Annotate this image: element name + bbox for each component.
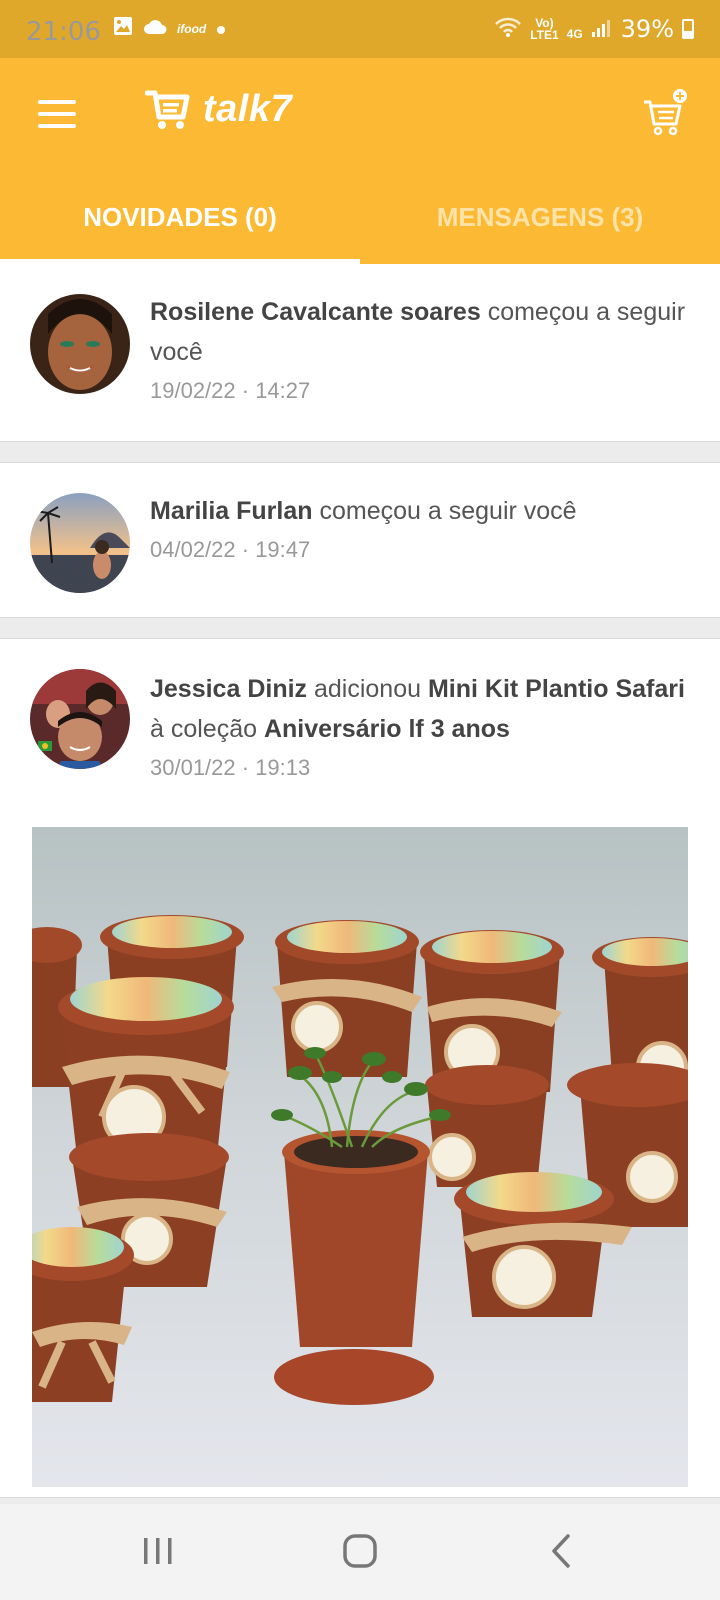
wifi-icon: [494, 14, 522, 45]
feed-message: Rosilene Cavalcante soares começou a seg…: [150, 292, 690, 372]
feed-message: Marilia Furlan começou a seguir você: [150, 491, 690, 531]
app-brand: talk7: [203, 88, 293, 130]
product-photo[interactable]: [32, 827, 688, 1487]
feed-message: Jessica Diniz adicionou Mini Kit Plantio…: [150, 669, 690, 749]
collection-link[interactable]: Aniversário lf 3 anos: [264, 715, 510, 743]
hamburger-icon[interactable]: [38, 100, 76, 130]
system-nav-bar: [0, 1504, 720, 1600]
user-name[interactable]: Marilia Furlan: [150, 497, 313, 525]
status-time: 21:06: [26, 17, 101, 47]
cart-logo-icon: [145, 90, 190, 129]
home-icon[interactable]: [330, 1532, 390, 1572]
timestamp: 30/01/22 · 19:13: [150, 755, 311, 780]
signal-icon: [591, 14, 613, 45]
cloud-icon: [143, 18, 167, 41]
timestamp: 04/02/22 · 19:47: [150, 537, 311, 562]
image-icon: [113, 16, 133, 42]
feed-item[interactable]: Marilia Furlan começou a seguir você 04/…: [0, 462, 720, 618]
app-logo: talk7: [145, 88, 292, 131]
connector-text: à coleção: [150, 715, 258, 743]
avatar[interactable]: [30, 493, 130, 593]
feed-item[interactable]: Jessica Diniz adicionou Mini Kit Plantio…: [0, 638, 720, 1498]
user-name[interactable]: Jessica Diniz: [150, 675, 307, 703]
volte-icon: Vo) LTE1: [530, 17, 558, 41]
app-bar: talk7 NOVIDADES (0) MENSAGENS (3): [0, 58, 720, 264]
back-icon[interactable]: [532, 1532, 592, 1572]
product-link[interactable]: Mini Kit Plantio Safari: [428, 675, 685, 703]
feed-item[interactable]: Rosilene Cavalcante soares começou a seg…: [0, 264, 720, 442]
cart-add-icon[interactable]: [642, 88, 690, 138]
tab-bar: NOVIDADES (0) MENSAGENS (3): [0, 190, 720, 264]
volte-bottom: LTE1: [530, 28, 559, 42]
user-name[interactable]: Rosilene Cavalcante soares: [150, 298, 481, 326]
network-type: 4G: [566, 26, 583, 41]
tab-mensagens[interactable]: MENSAGENS (3): [360, 190, 720, 264]
dot-icon: [216, 18, 226, 41]
avatar[interactable]: [30, 294, 130, 394]
action-text: começou a seguir você: [319, 497, 577, 525]
battery-percent: 39%: [620, 15, 674, 43]
news-feed: Rosilene Cavalcante soares começou a seg…: [0, 264, 720, 1498]
avatar[interactable]: [30, 669, 130, 769]
action-text: adicionou: [313, 675, 422, 703]
recent-apps-icon[interactable]: [128, 1532, 188, 1572]
status-bar: 21:06 ifood Vo) LTE1 4G 39%: [0, 0, 720, 58]
timestamp: 19/02/22 · 14:27: [150, 378, 311, 403]
ifood-icon: ifood: [176, 22, 207, 36]
tab-novidades[interactable]: NOVIDADES (0): [0, 190, 360, 264]
battery-icon: [682, 19, 694, 39]
